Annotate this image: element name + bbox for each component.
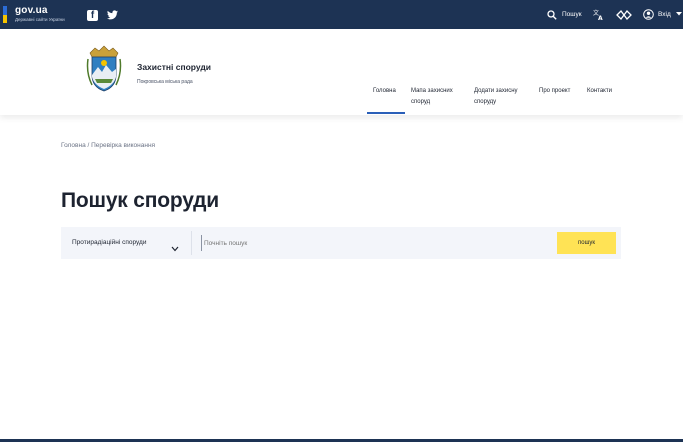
nav-item-home[interactable]: Головна	[373, 86, 396, 97]
search-link-label[interactable]: Пошук	[562, 11, 582, 18]
search-icon[interactable]	[547, 10, 557, 20]
site-subtitle: Покровська міська рада	[137, 79, 193, 85]
gov-top-bar: gov.ua Державні сайти України f Пошук 文A…	[0, 0, 683, 29]
translate-icon[interactable]: 文A	[593, 9, 604, 21]
city-coat-of-arms-icon[interactable]	[86, 45, 122, 93]
nav-item-add-shelter[interactable]: Додати захисну споруду	[474, 86, 530, 108]
accessibility-icon[interactable]	[616, 9, 632, 21]
divider	[191, 231, 192, 255]
site-header: Захистні споруди Покровська міська рада …	[0, 29, 683, 115]
nav-item-contacts[interactable]: Контакти	[587, 86, 612, 97]
ukraine-flag-icon	[3, 6, 7, 23]
login-link-label[interactable]: Вхід	[658, 11, 671, 18]
search-bar: Протирадіаційні споруди пошук	[61, 227, 621, 259]
facebook-icon[interactable]: f	[87, 10, 98, 21]
nav-active-indicator	[367, 112, 405, 114]
page-title: Пошук споруди	[61, 189, 219, 212]
chevron-down-icon	[171, 239, 179, 252]
site-title[interactable]: Захистні споруди	[137, 62, 211, 72]
chevron-down-icon[interactable]	[676, 12, 682, 16]
user-icon[interactable]	[643, 9, 654, 20]
search-button[interactable]: пошук	[557, 232, 616, 254]
gov-ua-logo-subtitle: Державні сайти України	[15, 17, 65, 22]
svg-text:A: A	[598, 15, 603, 21]
breadcrumb[interactable]: Головна / Перевірка виконання	[61, 142, 155, 149]
gov-ua-logo[interactable]: gov.ua	[15, 5, 48, 16]
nav-item-about[interactable]: Про проект	[539, 86, 570, 97]
search-input[interactable]	[201, 235, 541, 251]
twitter-icon[interactable]	[107, 10, 118, 20]
category-select[interactable]: Протирадіаційні споруди	[61, 227, 191, 259]
category-select-value: Протирадіаційні споруди	[72, 239, 147, 246]
nav-item-shelter-map[interactable]: Мапа захисних споруд	[411, 86, 465, 108]
